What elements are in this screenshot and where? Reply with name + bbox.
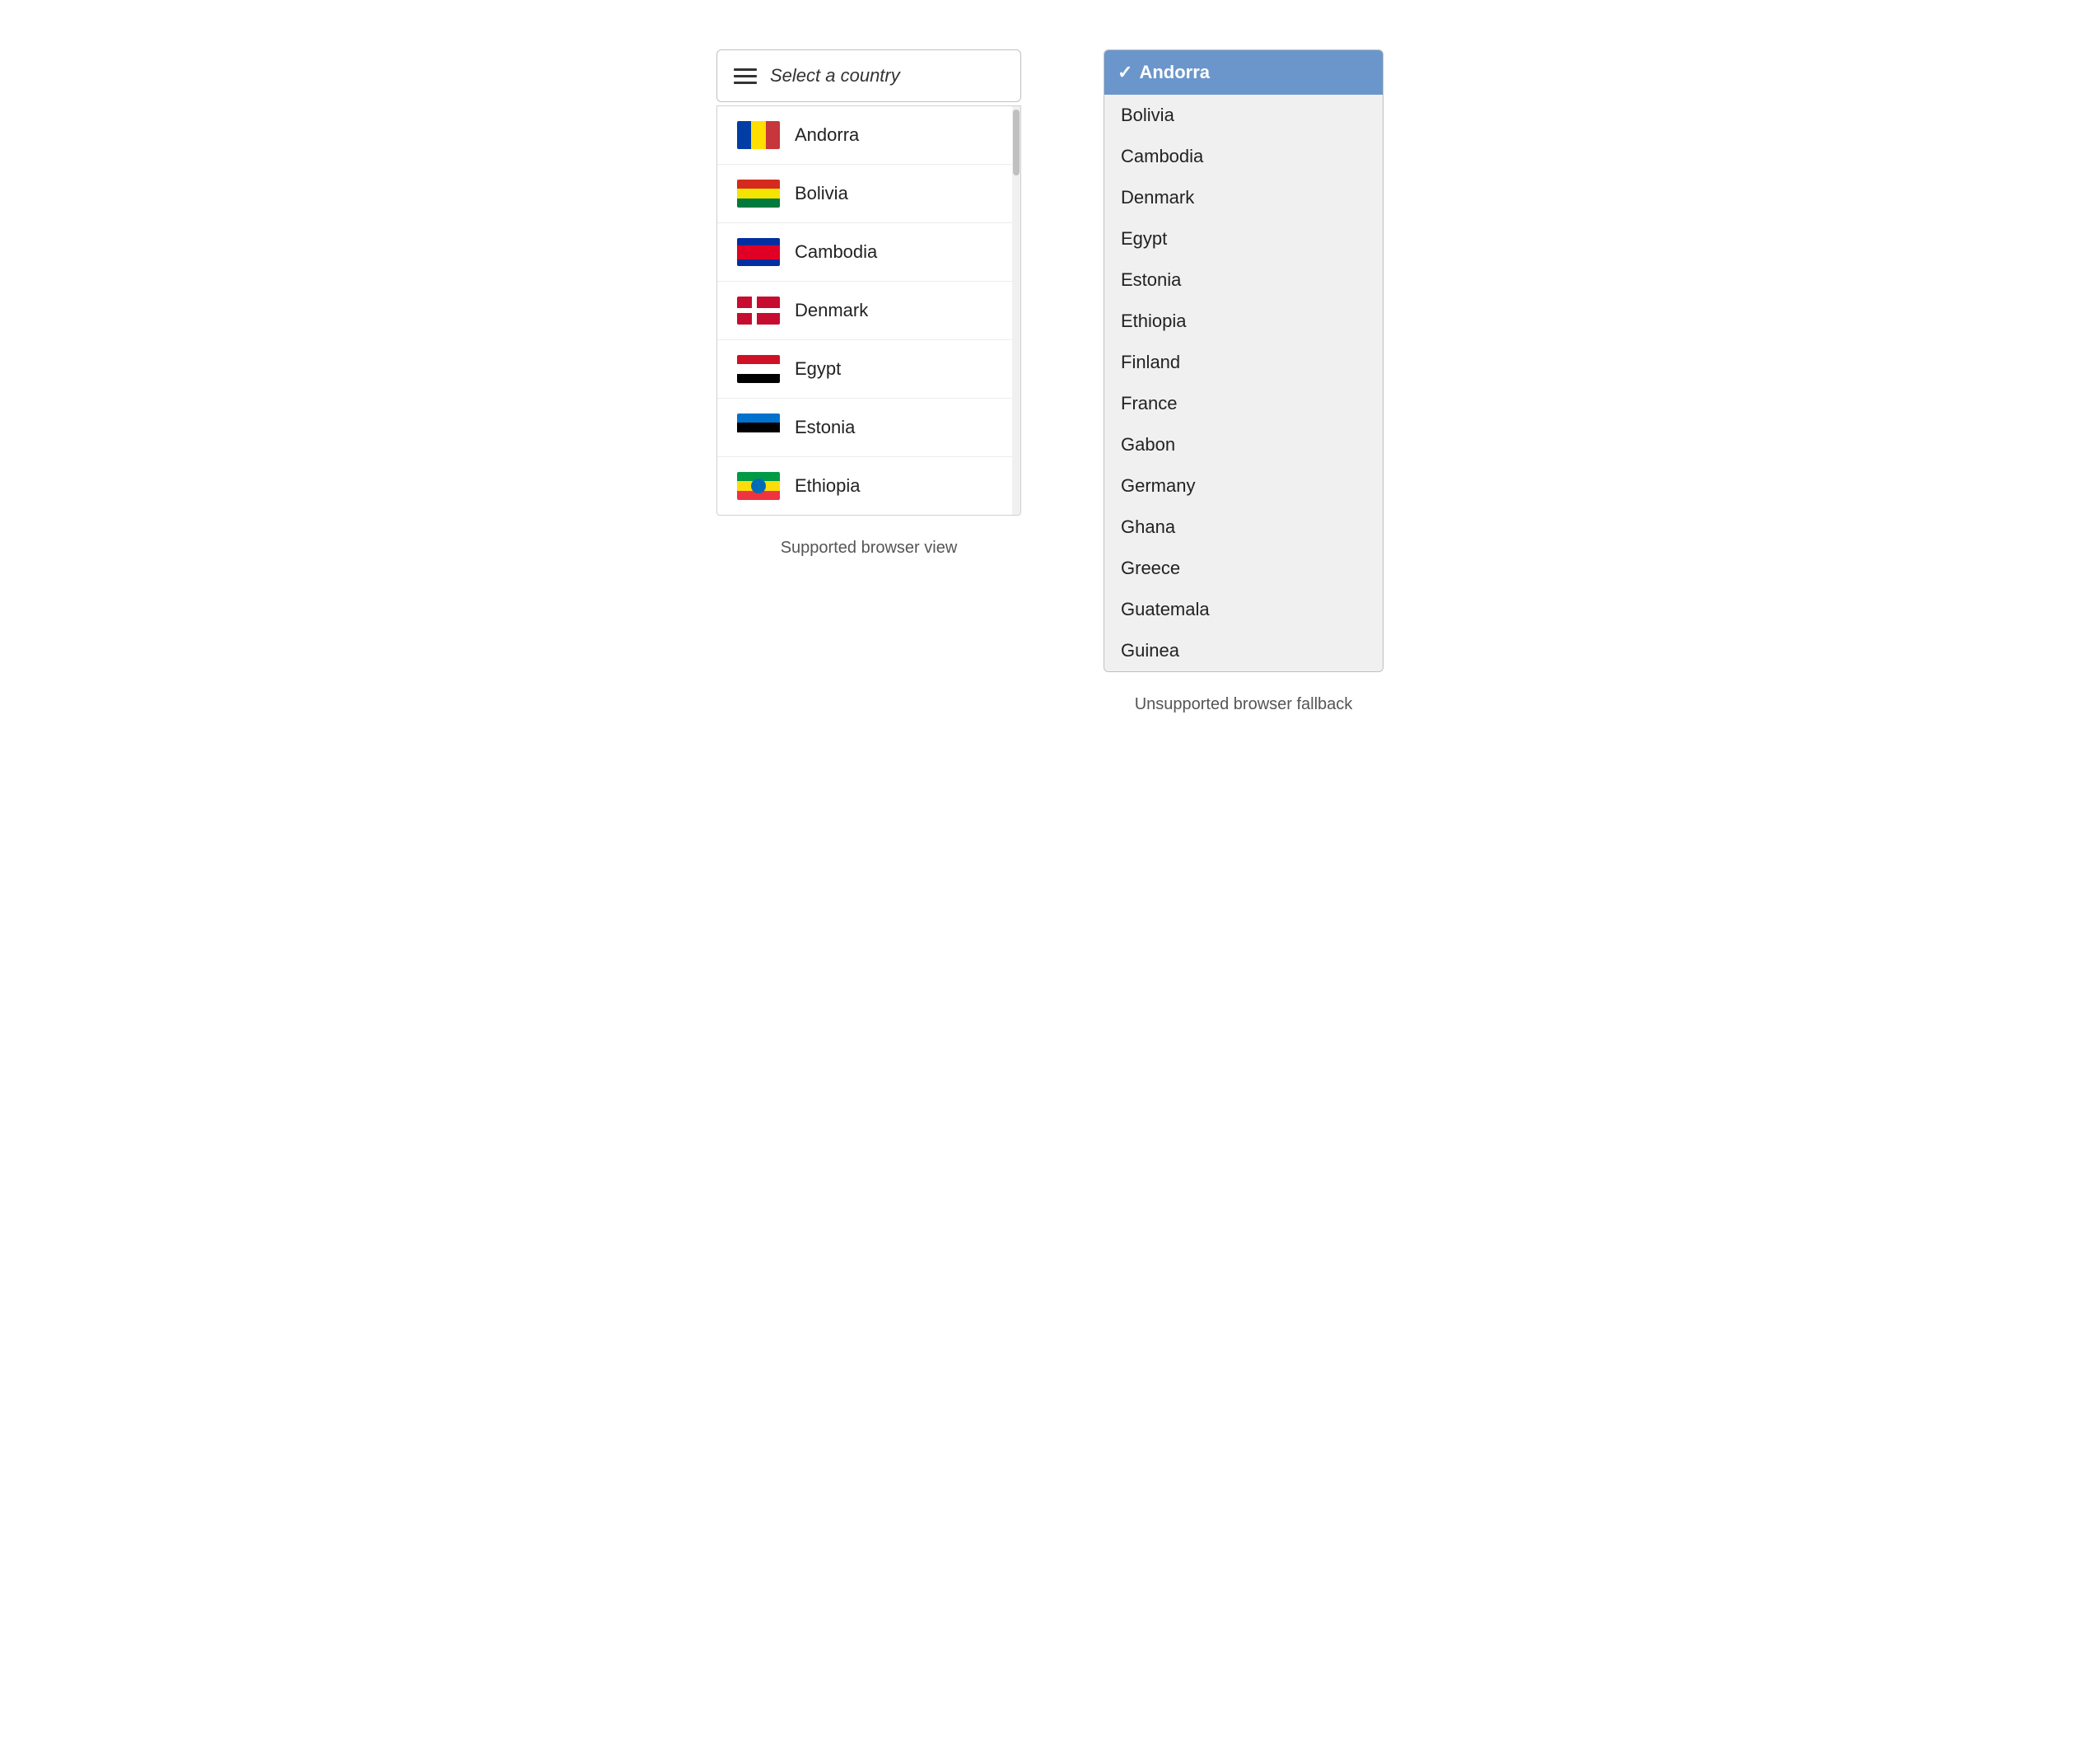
flag-cambodia xyxy=(737,238,780,266)
left-label: Supported browser view xyxy=(781,539,958,558)
list-item[interactable]: Estonia xyxy=(1104,259,1383,301)
custom-select[interactable]: Select a country Andorra xyxy=(716,49,1021,516)
list-item[interactable]: Guinea xyxy=(1104,630,1383,671)
list-item[interactable]: Bolivia xyxy=(1104,95,1383,136)
list-item[interactable]: Egypt xyxy=(1104,218,1383,259)
list-item[interactable]: Cambodia xyxy=(717,223,1012,282)
list-item[interactable]: Greece xyxy=(1104,548,1383,589)
flag-egypt xyxy=(737,355,780,383)
list-item[interactable]: Ethiopia xyxy=(717,457,1012,515)
checkmark-icon: ✓ xyxy=(1118,62,1132,83)
list-item[interactable]: Germany xyxy=(1104,465,1383,507)
flag-denmark xyxy=(737,297,780,325)
flag-estonia xyxy=(737,413,780,442)
country-name: Ethiopia xyxy=(795,475,861,497)
custom-dropdown: Andorra Bolivia Cambodia xyxy=(716,105,1021,516)
list-item[interactable]: Egypt xyxy=(717,340,1012,399)
selected-value: Andorra xyxy=(1139,62,1210,83)
flag-andorra xyxy=(737,121,780,149)
select-trigger[interactable]: Select a country xyxy=(716,49,1021,102)
dropdown-items[interactable]: Andorra Bolivia Cambodia xyxy=(717,106,1012,515)
page-container: Select a country Andorra xyxy=(716,33,1384,714)
flag-ethiopia xyxy=(737,472,780,500)
select-placeholder: Select a country xyxy=(770,65,900,86)
list-item[interactable]: Bolivia xyxy=(717,165,1012,223)
selected-option[interactable]: ✓ Andorra xyxy=(1104,50,1383,95)
country-name: Bolivia xyxy=(795,183,848,204)
list-item[interactable]: Finland xyxy=(1104,342,1383,383)
list-item[interactable]: Ghana xyxy=(1104,507,1383,548)
list-item[interactable]: France xyxy=(1104,383,1383,424)
list-item[interactable]: Guatemala xyxy=(1104,589,1383,630)
list-item[interactable]: Denmark xyxy=(1104,177,1383,218)
list-item[interactable]: Ethiopia xyxy=(1104,301,1383,342)
native-select[interactable]: ✓ Andorra Bolivia Cambodia Denmark Egypt… xyxy=(1104,49,1384,672)
scrollbar-thumb xyxy=(1013,110,1020,175)
option-list: Bolivia Cambodia Denmark Egypt Estonia E… xyxy=(1104,95,1383,671)
list-item[interactable]: Andorra xyxy=(717,106,1012,165)
right-column: ✓ Andorra Bolivia Cambodia Denmark Egypt… xyxy=(1104,49,1384,714)
country-name: Egypt xyxy=(795,358,841,380)
flag-bolivia xyxy=(737,180,780,208)
list-item[interactable]: Denmark xyxy=(717,282,1012,340)
list-item[interactable]: Gabon xyxy=(1104,424,1383,465)
country-name: Estonia xyxy=(795,417,855,438)
left-column: Select a country Andorra xyxy=(716,49,1021,558)
country-name: Andorra xyxy=(795,124,859,146)
scrollbar[interactable] xyxy=(1012,106,1020,515)
country-name: Cambodia xyxy=(795,241,877,263)
list-item[interactable]: Estonia xyxy=(717,399,1012,457)
country-name: Denmark xyxy=(795,300,868,321)
list-item[interactable]: Cambodia xyxy=(1104,136,1383,177)
right-label: Unsupported browser fallback xyxy=(1135,695,1353,714)
hamburger-icon xyxy=(734,68,757,84)
